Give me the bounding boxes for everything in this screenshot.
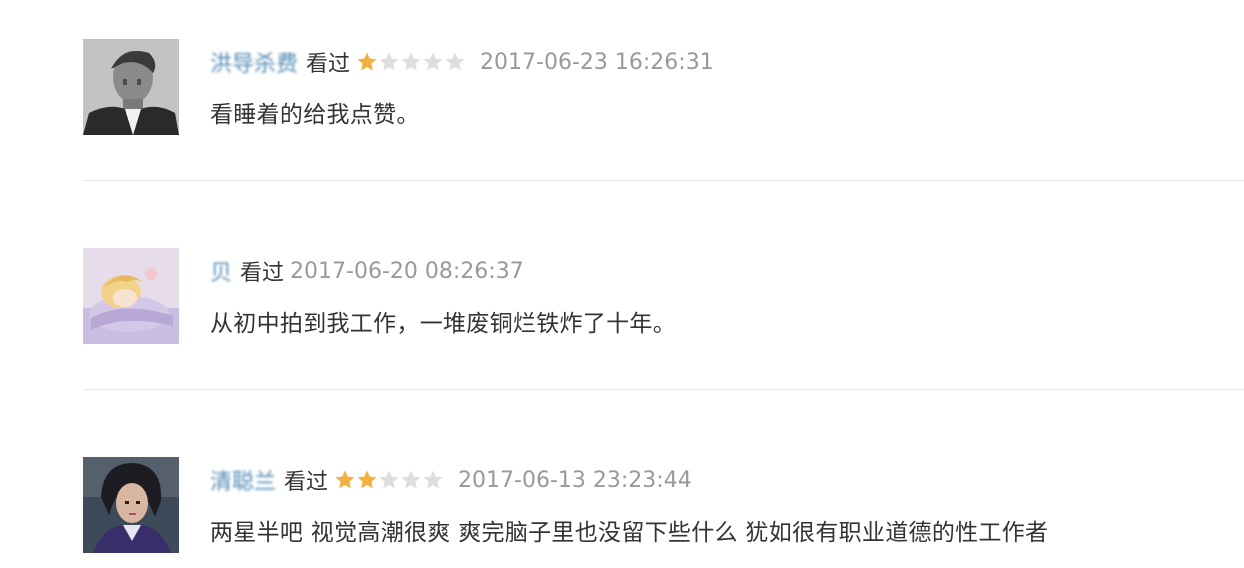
- watch-status: 看过: [306, 52, 351, 77]
- comment-item: 清聪兰 看过 2017-06-13 23:23:44 两星半吧 视觉高潮很爽 爽…: [83, 457, 1244, 553]
- username-link[interactable]: 洪导杀费: [210, 46, 298, 78]
- avatar[interactable]: [83, 39, 179, 135]
- star-filled-icon: [357, 52, 377, 71]
- watch-status: 看过: [284, 470, 329, 495]
- star-empty-icon: [401, 470, 421, 489]
- avatar[interactable]: [83, 457, 179, 553]
- star-empty-icon: [379, 470, 399, 489]
- rating-stars: [334, 469, 444, 491]
- divider: [83, 180, 1244, 181]
- rating-stars: [356, 51, 466, 73]
- divider: [83, 389, 1244, 390]
- comment-meta: 清聪兰 看过 2017-06-13 23:23:44: [210, 464, 692, 496]
- comment-content: 从初中拍到我工作，一堆废铜烂铁炸了十年。: [210, 311, 676, 337]
- username-link[interactable]: 清聪兰: [210, 464, 276, 496]
- comment-meta: 洪导杀费 看过 2017-06-23 16:26:31: [210, 46, 714, 78]
- username-link[interactable]: 贝: [210, 255, 232, 287]
- star-empty-icon: [379, 52, 399, 71]
- comment-meta: 贝 看过 2017-06-20 08:26:37: [210, 255, 524, 287]
- comment-time: 2017-06-23 16:26:31: [480, 49, 714, 75]
- star-empty-icon: [401, 52, 421, 71]
- star-empty-icon: [423, 470, 443, 489]
- comment-time: 2017-06-13 23:23:44: [458, 467, 692, 493]
- star-filled-icon: [335, 470, 355, 489]
- comment-content: 看睡着的给我点赞。: [210, 102, 420, 128]
- comment-item: 洪导杀费 看过 2017-06-23 16:26:31 看睡着的给我点赞。: [83, 39, 1244, 135]
- star-empty-icon: [423, 52, 443, 71]
- star-empty-icon: [445, 52, 465, 71]
- watch-status: 看过: [240, 261, 285, 286]
- comment-content: 两星半吧 视觉高潮很爽 爽完脑子里也没留下些什么 犹如很有职业道德的性工作者: [210, 520, 1049, 546]
- star-filled-icon: [357, 470, 377, 489]
- comment-item: 贝 看过 2017-06-20 08:26:37 从初中拍到我工作，一堆废铜烂铁…: [83, 248, 1244, 344]
- avatar[interactable]: [83, 248, 179, 344]
- comment-time: 2017-06-20 08:26:37: [290, 258, 524, 284]
